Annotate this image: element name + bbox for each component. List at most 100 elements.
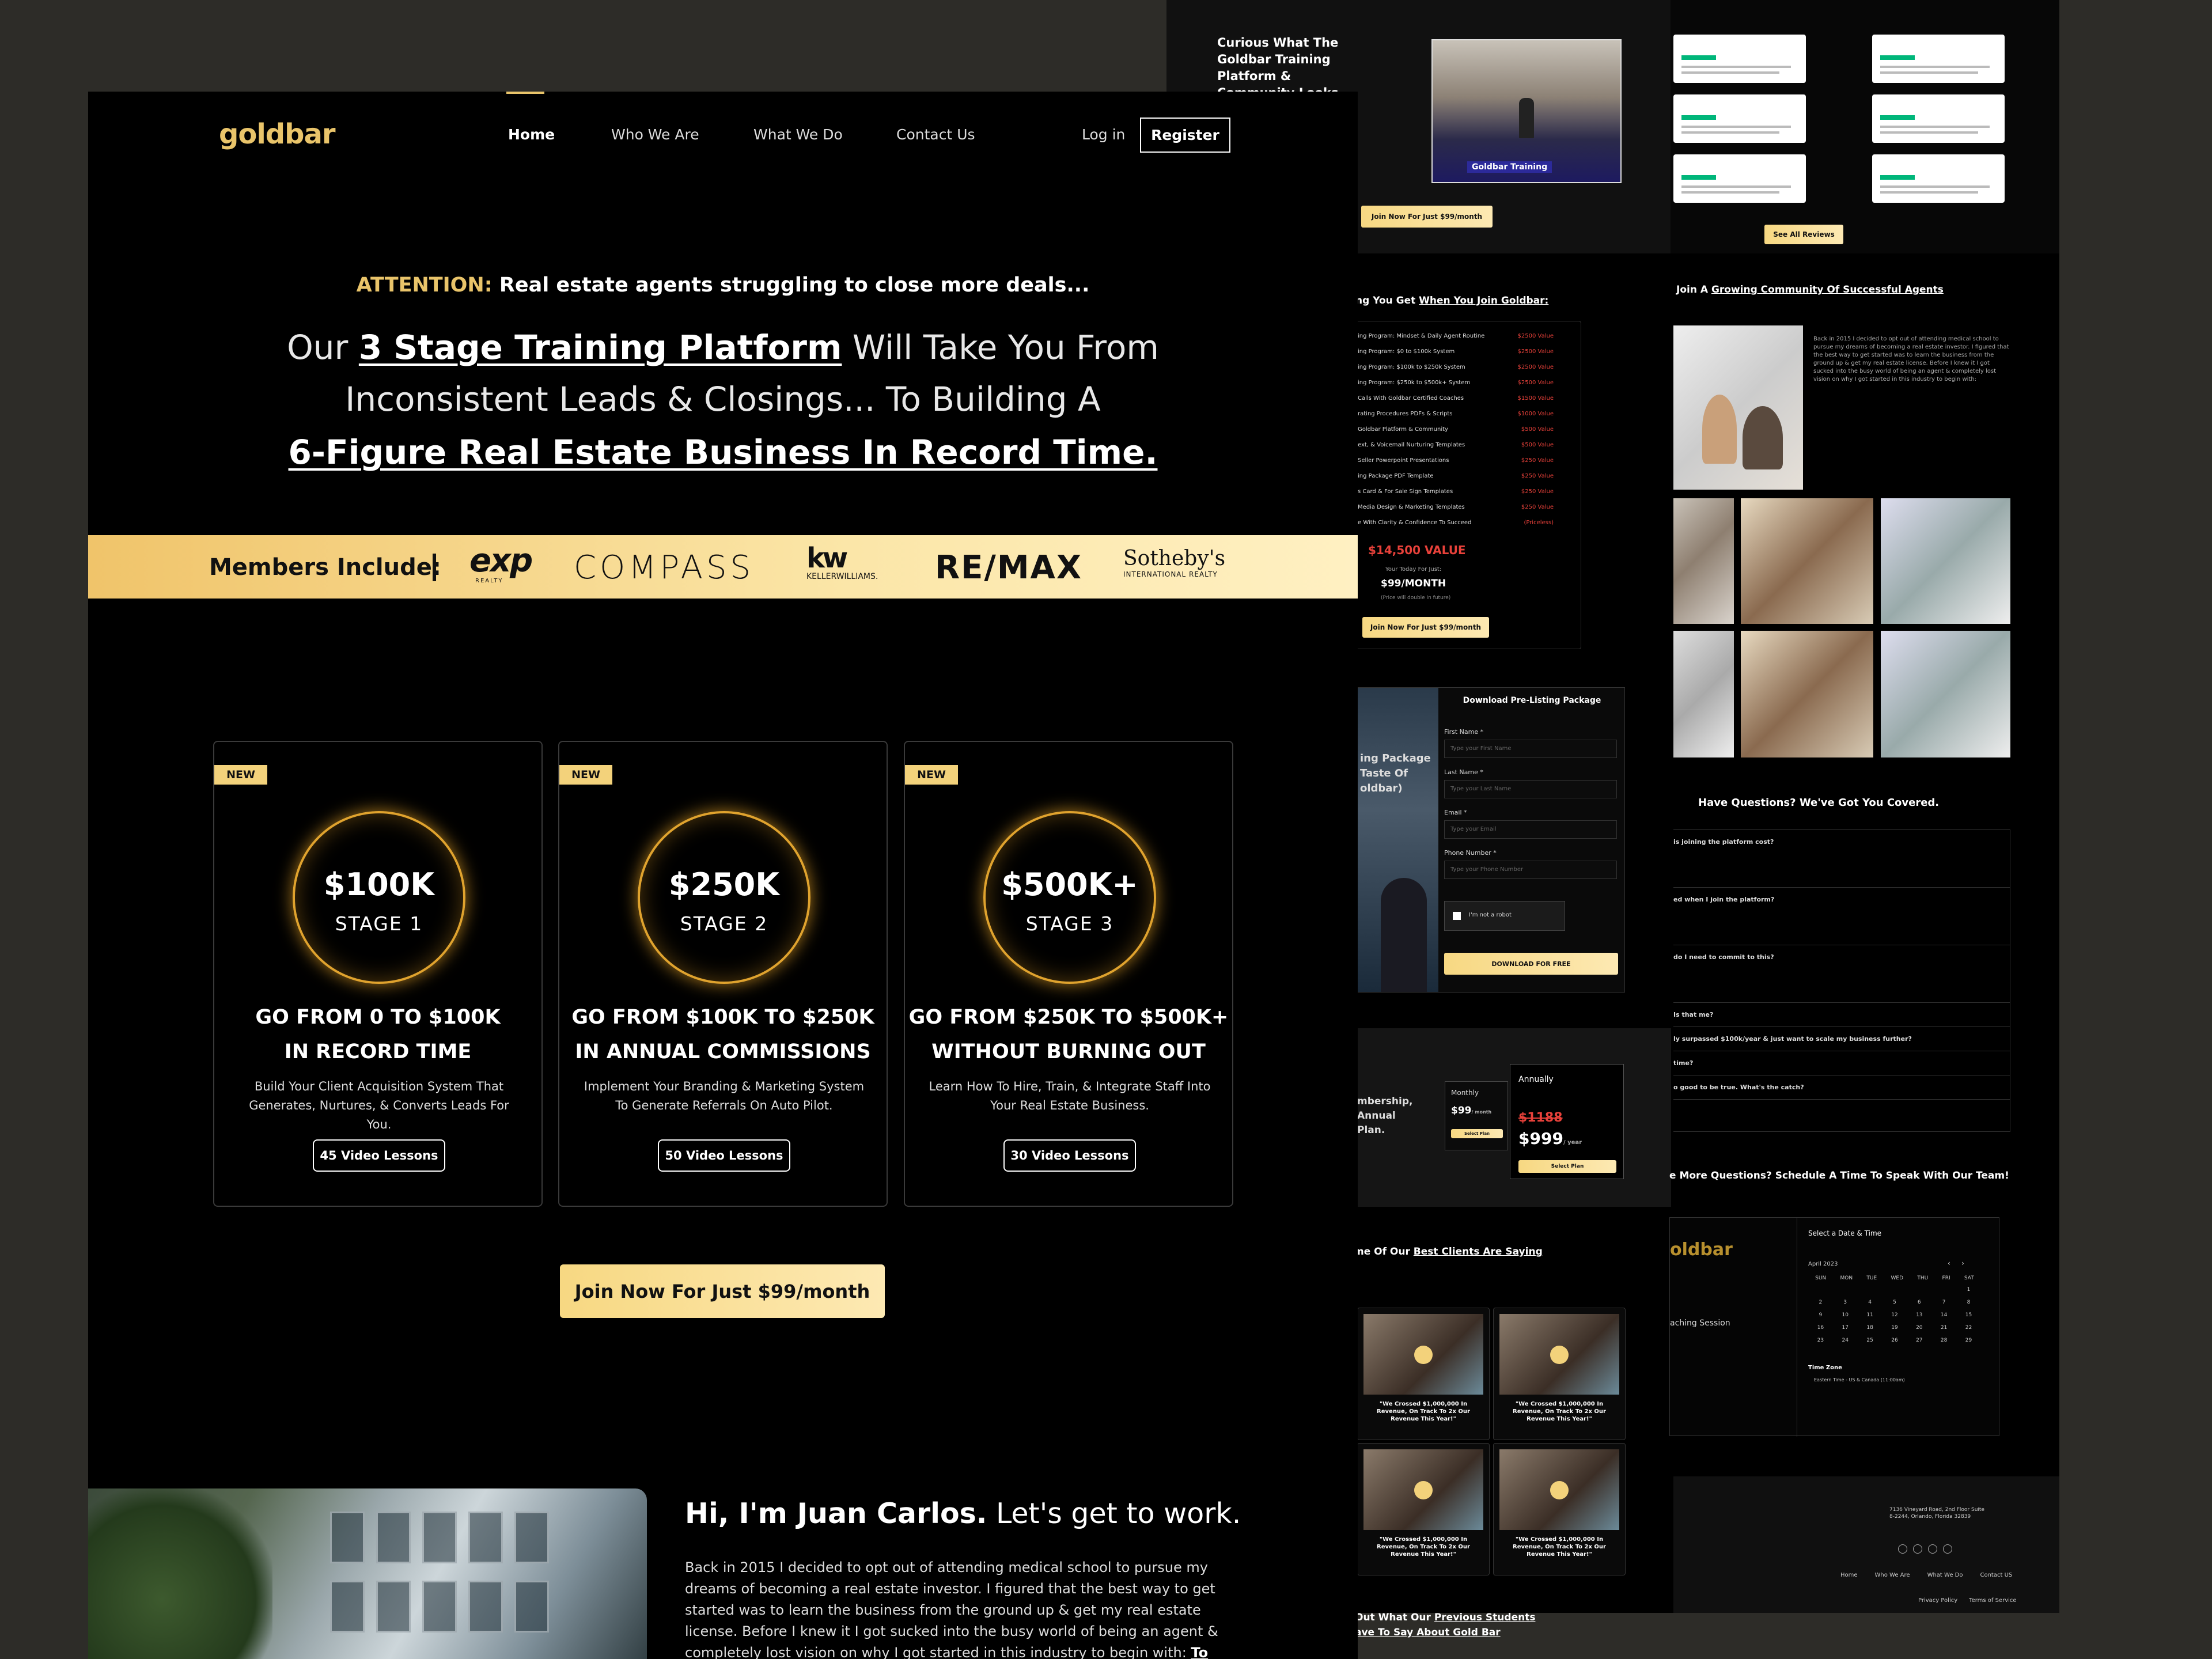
download-free-button[interactable]: DOWNLOAD FOR FREE: [1444, 953, 1618, 975]
see-all-reviews-button[interactable]: See All Reviews: [1764, 225, 1843, 244]
active-nav-indicator: [506, 92, 544, 94]
faq-item[interactable]: o good to be true. What's the catch?: [1673, 1075, 2010, 1100]
select-plan-monthly[interactable]: Select Plan: [1451, 1129, 1503, 1138]
value-item: ing Program: $100k to $250k System $2500 …: [1358, 364, 1554, 370]
form-field-label: First Name *: [1444, 728, 1484, 736]
headline-line-2: Inconsistent Leads & Closings... To Buil…: [345, 380, 1101, 419]
join-now-button[interactable]: Join Now For Just $99/month: [560, 1264, 885, 1318]
nav-contact-us[interactable]: Contact Us: [896, 126, 975, 143]
value-list: ing Program: Mindset & Daily Agent Routi…: [1358, 333, 1577, 535]
faq-item[interactable]: time?: [1673, 1051, 2010, 1075]
join-now-small-button[interactable]: Join Now For Just $99/month: [1361, 206, 1493, 228]
faq-item[interactable]: Is that me?: [1673, 1003, 2010, 1027]
value-item: Goldbar Platform & Community $500 Value: [1358, 426, 1554, 433]
attention-label: ATTENTION:: [356, 274, 493, 297]
nav-who-we-are[interactable]: Who We Are: [611, 126, 699, 143]
stage-ring: $100K STAGE 1: [293, 811, 465, 984]
footer-link[interactable]: Home: [1840, 1572, 1858, 1578]
stage-amount: $100K: [323, 866, 435, 903]
timezone-select[interactable]: Eastern Time - US & Canada (11:00am): [1814, 1377, 1905, 1382]
calendar-prev-icon[interactable]: ‹: [1948, 1259, 1950, 1267]
youtube-icon[interactable]: [1943, 1544, 1952, 1554]
client-video-grid: "We Crossed $1,000,000 In Revenue, On Tr…: [1357, 1308, 1628, 1575]
video-lessons-button[interactable]: 45 Video Lessons: [313, 1139, 445, 1172]
remax-logo: RE/MAX: [935, 549, 1083, 586]
monthly-plan-card[interactable]: Monthly $99/ month Select Plan: [1445, 1081, 1508, 1150]
download-title: Download Pre-Listing Package: [1463, 696, 1601, 705]
speaker-figure: [1519, 98, 1534, 138]
client-video-card[interactable]: "We Crossed $1,000,000 In Revenue, On Tr…: [1493, 1443, 1626, 1575]
clients-title: me Of Our Best Clients Are Saying: [1354, 1246, 1543, 1257]
members-label: Members Include:: [209, 554, 441, 581]
calendar-week-row[interactable]: 2345678: [1808, 1300, 1981, 1305]
community-text: Back in 2015 I decided to opt out of att…: [1813, 336, 2009, 382]
nav-what-we-do[interactable]: What We Do: [753, 126, 843, 143]
faq-title: Have Questions? We've Got You Covered.: [1698, 797, 1940, 809]
faq-item[interactable]: is joining the platform cost?: [1673, 830, 2010, 888]
legal-link[interactable]: Terms of Service: [1969, 1597, 2016, 1604]
form-input[interactable]: Type your Email: [1444, 820, 1617, 839]
attention-text: Real estate agents struggling to close m…: [499, 274, 1090, 297]
agent-photo-figure: [1381, 878, 1427, 992]
footer-links: Home Who We Are What We Do Contact US: [1840, 1572, 2012, 1578]
form-input[interactable]: Type your First Name: [1444, 740, 1617, 758]
faq-item[interactable]: ed when I join the platform?: [1673, 888, 2010, 945]
client-video-card[interactable]: "We Crossed $1,000,000 In Revenue, On Tr…: [1357, 1443, 1490, 1575]
sothebys-logo: Sotheby's INTERNATIONAL REALTY: [1123, 547, 1226, 578]
calendar-week-row[interactable]: 9 10 11 12 13 14 15: [1808, 1312, 1981, 1318]
stage-description: Implement Your Branding & Marketing Syst…: [584, 1080, 865, 1112]
stage-description: Build Your Client Acquisition System Tha…: [249, 1080, 509, 1131]
price-note: (Price will double in future): [1381, 595, 1451, 601]
annual-plan-card[interactable]: Annually $1188 $999/ year Select Plan: [1510, 1064, 1624, 1179]
calendar-grid[interactable]: SUN MON TUE WED THU FRI SAT 1 2 3 4 5 6 7 8 9 10 11 12 13 14…: [1808, 1275, 1981, 1391]
register-button[interactable]: Register: [1140, 118, 1230, 153]
about-heading: Hi, I'm Juan Carlos. Let's get to work.: [685, 1497, 1241, 1530]
faq-item[interactable]: ly surpassed $100k/year & just want to s…: [1673, 1027, 2010, 1051]
video-lessons-button[interactable]: 50 Video Lessons: [658, 1139, 790, 1172]
calendar-week-row[interactable]: 23 24 25 26 27 28 29: [1808, 1338, 1981, 1343]
stage-amount: $250K: [668, 866, 780, 903]
instagram-icon[interactable]: [1928, 1544, 1937, 1554]
legal-link[interactable]: Privacy Policy: [1918, 1597, 1957, 1604]
goldbar-logo[interactable]: goldbar: [219, 118, 336, 150]
calendar-week-row[interactable]: 1: [1808, 1287, 1981, 1293]
coaching-label: aching Session: [1670, 1319, 1730, 1328]
client-video-card[interactable]: "We Crossed $1,000,000 In Revenue, On Tr…: [1357, 1308, 1490, 1440]
exp-realty-logo: exp REALTY: [469, 542, 533, 584]
stage-label: STAGE 1: [335, 912, 423, 935]
value-item: ing Package PDF Template $250 Value: [1358, 473, 1554, 479]
community-photo-grid: [1673, 498, 2010, 757]
form-field-label: Phone Number *: [1444, 849, 1497, 857]
review-card: [1673, 154, 1806, 203]
captcha-checkbox[interactable]: [1453, 912, 1461, 920]
twitter-icon[interactable]: [1898, 1544, 1907, 1554]
client-video-card[interactable]: "We Crossed $1,000,000 In Revenue, On Tr…: [1493, 1308, 1626, 1440]
select-plan-annual[interactable]: Select Plan: [1518, 1160, 1616, 1173]
stage-label: STAGE 3: [1025, 912, 1114, 935]
value-item: Seller Powerpoint Presentations $250 Valu…: [1358, 457, 1554, 464]
calendar-next-icon[interactable]: ›: [1961, 1259, 1964, 1267]
video-thumbnail[interactable]: Goldbar Training: [1431, 39, 1622, 183]
video-lessons-button[interactable]: 30 Video Lessons: [1003, 1139, 1136, 1172]
headline-emphasis: 3 Stage Training Platform: [358, 328, 842, 367]
form-input[interactable]: Type your Phone Number: [1444, 861, 1617, 879]
faq-item[interactable]: do I need to commit to this?: [1673, 945, 2010, 1003]
footer-link[interactable]: Contact US: [1980, 1572, 2012, 1578]
nav-home[interactable]: Home: [508, 126, 555, 143]
calendar-week-row[interactable]: 16 17 18 19 20 21 22: [1808, 1325, 1981, 1331]
value-stack-box: ing Program: Mindset & Daily Agent Routi…: [1351, 321, 1581, 649]
login-link[interactable]: Log in: [1082, 126, 1125, 143]
footer-legal: Privacy Policy Terms of Service: [1918, 1597, 2017, 1604]
value-item: Calls With Goldbar Certified Coaches $150…: [1358, 395, 1554, 402]
review-card: [1872, 154, 2005, 203]
footer-link[interactable]: What We Do: [1927, 1572, 1963, 1578]
total-value: $14,500 VALUE: [1368, 543, 1466, 557]
facebook-icon[interactable]: [1913, 1544, 1922, 1554]
stage-label: STAGE 2: [680, 912, 768, 935]
calendar-weekday-row: SUN MON TUE WED THU FRI SAT: [1815, 1275, 1974, 1281]
form-input[interactable]: Type your Last Name: [1444, 780, 1617, 798]
headline-line-1: Our 3 Stage Training Platform Will Take …: [287, 328, 1159, 367]
footer-link[interactable]: Who We Are: [1875, 1572, 1910, 1578]
value-join-button[interactable]: Join Now For Just $99/month: [1362, 617, 1489, 638]
captcha-box[interactable]: I'm not a robot: [1444, 901, 1565, 931]
